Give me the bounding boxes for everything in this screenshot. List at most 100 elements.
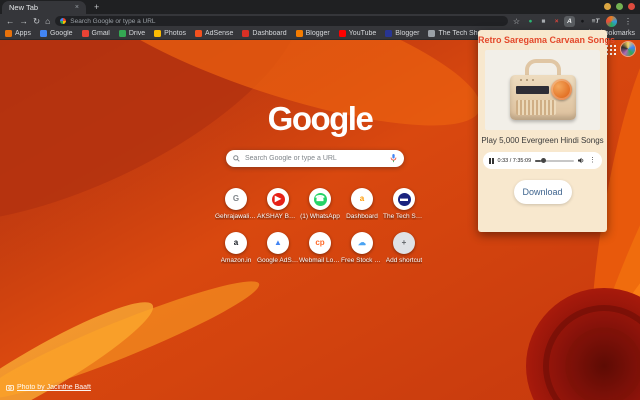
home-icon[interactable]: ⌂: [45, 17, 50, 26]
shortcut-glyph: ▲: [274, 238, 282, 247]
forward-icon[interactable]: →: [20, 17, 29, 26]
bookmark-favicon-icon: [385, 30, 393, 37]
search-icon: [233, 155, 240, 162]
bookmark-item[interactable]: AdSense: [194, 30, 234, 37]
shortcut-label: Amazon.in: [220, 257, 252, 264]
bookmark-favicon-icon: [154, 30, 162, 37]
shortcut-icon: a: [351, 188, 373, 210]
shortcut-glyph: a: [233, 238, 239, 247]
browser-window: New Tab × + ← → ↻ ⌂ Search Google or typ…: [0, 0, 640, 400]
shortcut-tile[interactable]: a Dashboard: [342, 188, 382, 220]
shortcut-tile[interactable]: + Add shortcut: [384, 232, 424, 264]
search-box[interactable]: Search Google or type a URL: [226, 150, 404, 167]
popup-title: Retro Saregama Carvaan Songs: [478, 35, 616, 45]
omnibox[interactable]: Search Google or type a URL: [55, 16, 508, 26]
shortcut-tile[interactable]: G Gehrajawalia...: [215, 188, 257, 220]
shortcut-tile[interactable]: ▶ AKSHAY BHO...: [257, 188, 299, 220]
bookmark-favicon-icon: [428, 30, 436, 37]
shortcut-glyph: ☎: [313, 192, 327, 206]
extension-icon[interactable]: ●: [525, 16, 536, 27]
shortcut-glyph: ☁: [358, 238, 366, 247]
shortcut-label: (1) WhatsApp: [300, 213, 340, 220]
shortcut-icon: +: [393, 232, 415, 254]
bookmark-label: AdSense: [204, 30, 234, 37]
bookmark-label: Blogger: [305, 30, 330, 37]
bookmark-item[interactable]: Apps: [5, 30, 31, 37]
bookmark-star-icon[interactable]: ☆: [513, 17, 520, 26]
omnibox-text: Search Google or type a URL: [70, 17, 156, 25]
photo-attribution: Photo by Jacinthe Baaft: [6, 384, 91, 391]
shortcut-icon: ☎: [309, 188, 331, 210]
reload-icon[interactable]: ↻: [33, 17, 40, 26]
tab-close-icon[interactable]: ×: [75, 4, 79, 11]
shortcut-glyph: ▬: [397, 192, 411, 206]
browser-menu-icon[interactable]: ⋮: [622, 17, 634, 26]
extension-icon[interactable]: ≡T: [590, 16, 601, 27]
bookmark-label: Blogger: [395, 30, 420, 37]
back-icon[interactable]: ←: [6, 17, 15, 26]
bookmark-item[interactable]: Google: [39, 30, 73, 37]
profile-avatar[interactable]: [606, 15, 617, 27]
shortcut-icon: G: [225, 188, 247, 210]
extension-icon[interactable]: ■: [538, 16, 549, 27]
shortcut-tile[interactable]: ▲ Google AdSe...: [257, 232, 299, 264]
bookmark-label: Google: [49, 30, 73, 37]
bookmark-label: Photos: [164, 30, 186, 37]
bookmark-item[interactable]: Blogger: [385, 30, 419, 37]
bookmark-item[interactable]: Gmail: [81, 30, 110, 37]
bookmark-favicon-icon: [5, 30, 12, 37]
popup-tagline: Play 5,000 Evergreen Hindi Songs: [481, 136, 604, 145]
bookmark-favicon-icon: [81, 30, 89, 37]
extension-icon[interactable]: A: [564, 15, 575, 27]
mic-icon[interactable]: [390, 154, 397, 163]
shortcut-label: AKSHAY BHO...: [257, 213, 299, 220]
shortcut-tile[interactable]: ☁ Free Stock C...: [341, 232, 383, 264]
extension-icon[interactable]: ●: [577, 16, 588, 27]
bookmark-item[interactable]: YouTube: [338, 30, 376, 37]
player-seekbar[interactable]: [535, 158, 574, 163]
shortcut-tile[interactable]: cp Webmail Login: [299, 232, 341, 264]
window-control-button[interactable]: [604, 3, 611, 10]
seekbar-thumb[interactable]: [540, 158, 546, 163]
photo-attribution-link[interactable]: Photo by Jacinthe Baaft: [17, 384, 91, 391]
window-control-button[interactable]: [616, 3, 623, 10]
shortcut-tile[interactable]: a Amazon.in: [216, 232, 256, 264]
bookmark-favicon-icon: [242, 30, 250, 37]
bookmark-favicon-icon: [295, 30, 303, 37]
player-menu-icon[interactable]: ⋮: [589, 157, 596, 164]
bookmark-label: Drive: [128, 30, 146, 37]
bookmark-favicon-icon: [118, 30, 126, 37]
shortcut-label: Dashboard: [346, 213, 378, 220]
extension-icon[interactable]: ×: [551, 16, 562, 27]
shortcut-icon: ☁: [351, 232, 373, 254]
radio-grille: [516, 100, 556, 115]
radio-knob-dots: [518, 78, 536, 82]
pause-icon[interactable]: [489, 157, 494, 164]
download-button[interactable]: Download: [513, 180, 572, 204]
shortcut-glyph: a: [359, 194, 365, 203]
shortcut-glyph: G: [232, 194, 240, 203]
bookmark-item[interactable]: Drive: [118, 30, 146, 37]
shortcut-label: Gehrajawalia...: [215, 213, 257, 220]
shortcut-tile[interactable]: ▬ The Tech Sho...: [383, 188, 425, 220]
extension-popup: Retro Saregama Carvaan Songs Play 5,000 …: [478, 30, 616, 232]
google-favicon-icon: [60, 18, 67, 24]
new-tab-button[interactable]: +: [94, 2, 99, 13]
extension-icons: ● ■ × A ● ≡T: [525, 15, 601, 27]
player-time: 0:33 / 7:35:09: [497, 157, 532, 164]
shortcut-icon: ▬: [393, 188, 415, 210]
tab-strip: New Tab × +: [0, 0, 640, 14]
account-avatar[interactable]: [621, 42, 635, 56]
bookmark-item[interactable]: Blogger: [295, 30, 330, 37]
window-control-button[interactable]: [628, 3, 635, 10]
shortcut-tile[interactable]: ☎ (1) WhatsApp: [300, 188, 340, 220]
shortcut-label: Add shortcut: [385, 257, 423, 264]
shortcut-glyph: ▶: [271, 192, 285, 206]
radio-body: [510, 75, 576, 120]
tab-new-tab[interactable]: New Tab ×: [2, 1, 86, 14]
volume-icon[interactable]: [578, 157, 585, 164]
window-controls: [604, 3, 635, 10]
bookmark-item[interactable]: Photos: [154, 30, 186, 37]
bookmark-item[interactable]: Dashboard: [242, 30, 287, 37]
audio-player[interactable]: 0:33 / 7:35:09 ⋮: [483, 152, 602, 169]
